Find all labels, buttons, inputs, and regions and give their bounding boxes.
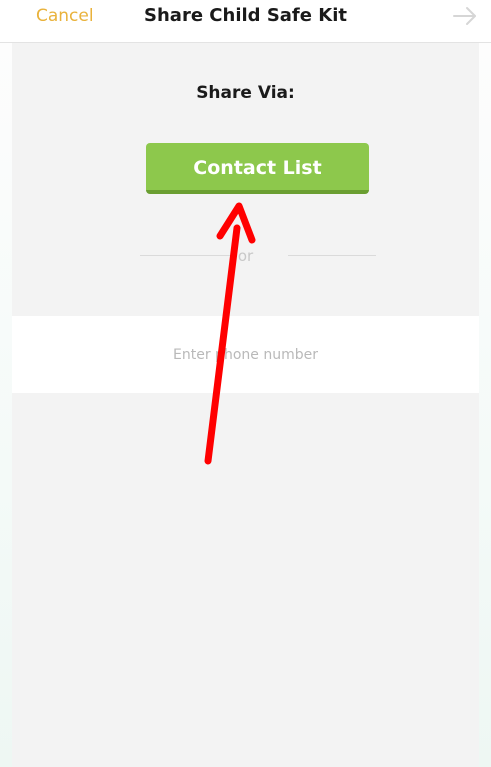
share-child-safe-kit-screen: Cancel Share Child Safe Kit Share Via: C… [0, 0, 491, 767]
share-via-heading: Share Via: [196, 83, 295, 103]
phone-number-input[interactable] [12, 316, 479, 393]
page-title: Share Child Safe Kit [144, 5, 347, 26]
phone-number-row [12, 316, 479, 393]
nav-header: Cancel Share Child Safe Kit [0, 0, 491, 43]
or-divider-label: or [237, 247, 254, 265]
next-button[interactable] [451, 4, 479, 28]
arrow-right-icon [453, 7, 476, 25]
empty-content-area [12, 393, 479, 767]
share-panel: Share Via: Contact List or [12, 43, 479, 316]
contact-list-button[interactable]: Contact List [146, 143, 369, 194]
right-background-strip [479, 43, 491, 767]
left-background-strip [0, 43, 12, 767]
